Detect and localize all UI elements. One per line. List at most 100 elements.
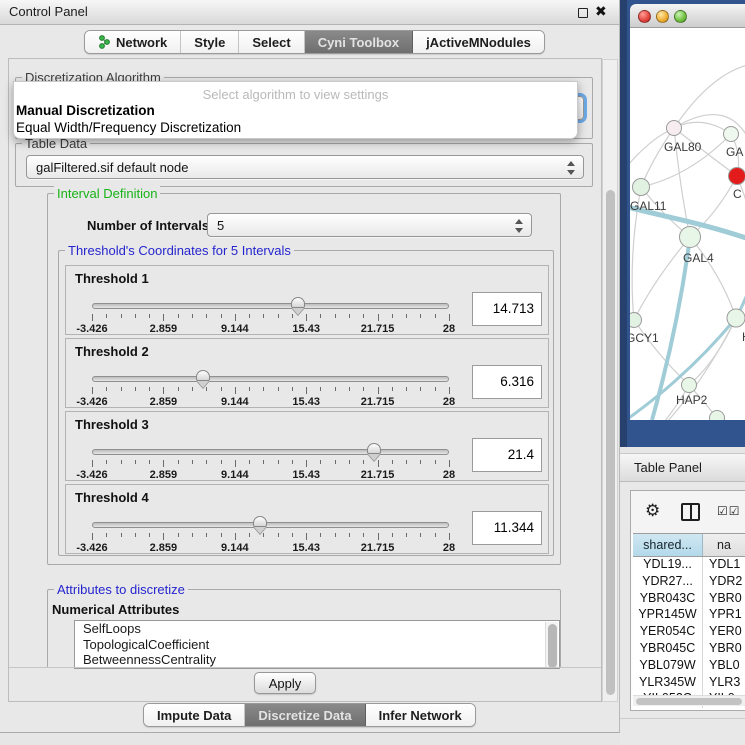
threshold-label: Threshold 3 — [75, 417, 149, 432]
table-data-combobox[interactable]: galFiltered.sif default node — [26, 155, 584, 179]
tab-select[interactable]: Select — [239, 31, 304, 53]
table-row[interactable]: YBL079W YBL0 — [633, 658, 745, 675]
node-label: HAP2 — [676, 393, 708, 407]
cell-shared-name: YDL19... — [633, 557, 703, 574]
network-view-window: GAL80GACGAL11GAL4GCY1HHAP2 — [620, 0, 745, 447]
combo-spinner-icon — [567, 160, 576, 176]
thresholds-group: Threshold's Coordinates for 5 Intervals … — [58, 250, 554, 556]
threshold-value-field[interactable]: 11.344 — [472, 511, 542, 545]
network-node[interactable] — [633, 179, 650, 196]
apply-button[interactable]: Apply — [254, 672, 316, 694]
network-node[interactable] — [682, 378, 697, 393]
table-panel-titlebar: Table Panel — [620, 453, 745, 482]
float-window-icon[interactable] — [578, 8, 588, 18]
threshold-panel: Threshold 4 -3.4262.8599.14415.4321.7152… — [65, 484, 549, 554]
network-node[interactable] — [727, 309, 745, 327]
tab-impute-data[interactable]: Impute Data — [144, 704, 245, 726]
tab-jactivemnodules[interactable]: jActiveMNodules — [413, 31, 544, 53]
list-scrollbar[interactable] — [545, 622, 558, 667]
cell-name: YBL0 — [703, 658, 745, 675]
threshold-value-field[interactable]: 21.4 — [472, 438, 542, 472]
column-header-shared-name[interactable]: shared... — [633, 534, 703, 556]
node-label: GAL4 — [683, 251, 714, 265]
interval-definition-group: Interval Definition Number of Intervals … — [47, 193, 561, 565]
tick-label: 9.144 — [205, 396, 265, 408]
tick-label: 9.144 — [205, 469, 265, 481]
close-icon[interactable]: ✖ — [595, 3, 607, 20]
cell-name: YDR2 — [703, 574, 745, 591]
table-row[interactable]: YLR345W YLR3 — [633, 675, 745, 692]
tick-label: 9.144 — [205, 542, 265, 554]
dropdown-option-equal-width-frequency[interactable]: Equal Width/Frequency Discretization — [16, 120, 241, 135]
threshold-slider[interactable] — [92, 449, 449, 455]
tab-discretize-data[interactable]: Discretize Data — [245, 704, 365, 726]
panel-scrollbar[interactable] — [602, 59, 618, 702]
node-label: GA — [726, 145, 743, 159]
tab-infer-network[interactable]: Infer Network — [366, 704, 475, 726]
column-header-name[interactable]: na — [703, 534, 745, 556]
tick-label: -3.426 — [62, 469, 122, 481]
threshold-value-field[interactable]: 14.713 — [472, 292, 542, 326]
cell-shared-name: YER054C — [633, 624, 703, 641]
cell-shared-name: YPR145W — [633, 607, 703, 624]
threshold-panel: Threshold 2 -3.4262.8599.14415.4321.7152… — [65, 338, 549, 408]
network-edge — [634, 237, 690, 320]
tick-label: 15.43 — [276, 542, 336, 554]
tick-label: 2.859 — [133, 542, 193, 554]
traffic-light-close-icon[interactable] — [638, 10, 651, 23]
network-node[interactable] — [667, 121, 682, 136]
numerical-attributes-list[interactable]: SelfLoopsTopologicalCoefficientBetweenne… — [74, 620, 560, 669]
table-row[interactable]: YDL19... YDL1 — [633, 557, 745, 574]
threshold-value-field[interactable]: 6.316 — [472, 365, 542, 399]
network-node[interactable] — [630, 313, 642, 328]
slider-thumb[interactable] — [291, 297, 305, 308]
checkbox-icons[interactable]: ☑☑ — [717, 504, 741, 518]
tick-label: 28 — [419, 542, 479, 554]
split-columns-icon[interactable] — [681, 503, 700, 521]
tick-label: 28 — [419, 396, 479, 408]
tab-label: Network — [116, 35, 167, 50]
number-of-intervals-combobox[interactable]: 5 — [207, 213, 532, 237]
slider-thumb[interactable] — [196, 370, 210, 381]
network-node[interactable] — [680, 227, 701, 248]
threshold-slider[interactable] — [92, 522, 449, 528]
table-row[interactable]: YBR043C YBR0 — [633, 591, 745, 608]
attribute-item[interactable]: BetweennessCentrality — [75, 652, 559, 668]
tab-cyni-toolbox[interactable]: Cyni Toolbox — [305, 31, 413, 53]
traffic-light-minimize-icon[interactable] — [656, 10, 669, 23]
number-of-intervals-label: Number of Intervals — [87, 218, 209, 233]
traffic-light-zoom-icon[interactable] — [674, 10, 687, 23]
tick-label: 28 — [419, 323, 479, 335]
table-horizontal-scrollbar[interactable] — [633, 695, 745, 706]
network-node[interactable] — [729, 168, 745, 185]
tab-label: Impute Data — [157, 708, 231, 723]
attribute-item[interactable]: SelfLoops — [75, 621, 559, 637]
table-header-row: shared... na — [633, 533, 745, 557]
table-row[interactable]: YPR145W YPR1 — [633, 607, 745, 624]
tab-network[interactable]: Network — [85, 31, 181, 53]
cell-shared-name: YBL079W — [633, 658, 703, 675]
table-row[interactable]: YDR27... YDR2 — [633, 574, 745, 591]
dropdown-option-manual-discretization[interactable]: Manual Discretization — [16, 103, 155, 118]
tab-style[interactable]: Style — [181, 31, 239, 53]
gear-icon[interactable]: ⚙ — [645, 501, 660, 521]
slider-thumb[interactable] — [253, 516, 267, 527]
bottom-tab-bar: Impute Data Discretize Data Infer Networ… — [143, 703, 476, 727]
table-data-group: Table Data galFiltered.sif default node — [15, 143, 593, 187]
group-title: Attributes to discretize — [54, 582, 188, 597]
top-tab-bar: Network Style Select Cyni Toolbox jActiv… — [84, 30, 545, 54]
table-row[interactable]: YER054C YER0 — [633, 624, 745, 641]
tick-label: 21.715 — [348, 469, 408, 481]
threshold-slider[interactable] — [92, 303, 449, 309]
slider-thumb[interactable] — [367, 443, 381, 454]
network-canvas[interactable]: GAL80GACGAL11GAL4GCY1HHAP2 — [630, 28, 745, 420]
attribute-item[interactable]: TopologicalCoefficient — [75, 637, 559, 653]
control-panel: Control Panel ✖ Network Style Select Cyn… — [0, 0, 620, 733]
network-node[interactable] — [724, 127, 739, 142]
cyni-toolbox-pane: Discretization Algorithm Select algorith… — [8, 58, 602, 702]
threshold-slider[interactable] — [92, 376, 449, 382]
panel-title: Control Panel — [9, 4, 88, 19]
tick-label: 9.144 — [205, 323, 265, 335]
cell-name: YDL1 — [703, 557, 745, 574]
table-row[interactable]: YBR045C YBR0 — [633, 641, 745, 658]
